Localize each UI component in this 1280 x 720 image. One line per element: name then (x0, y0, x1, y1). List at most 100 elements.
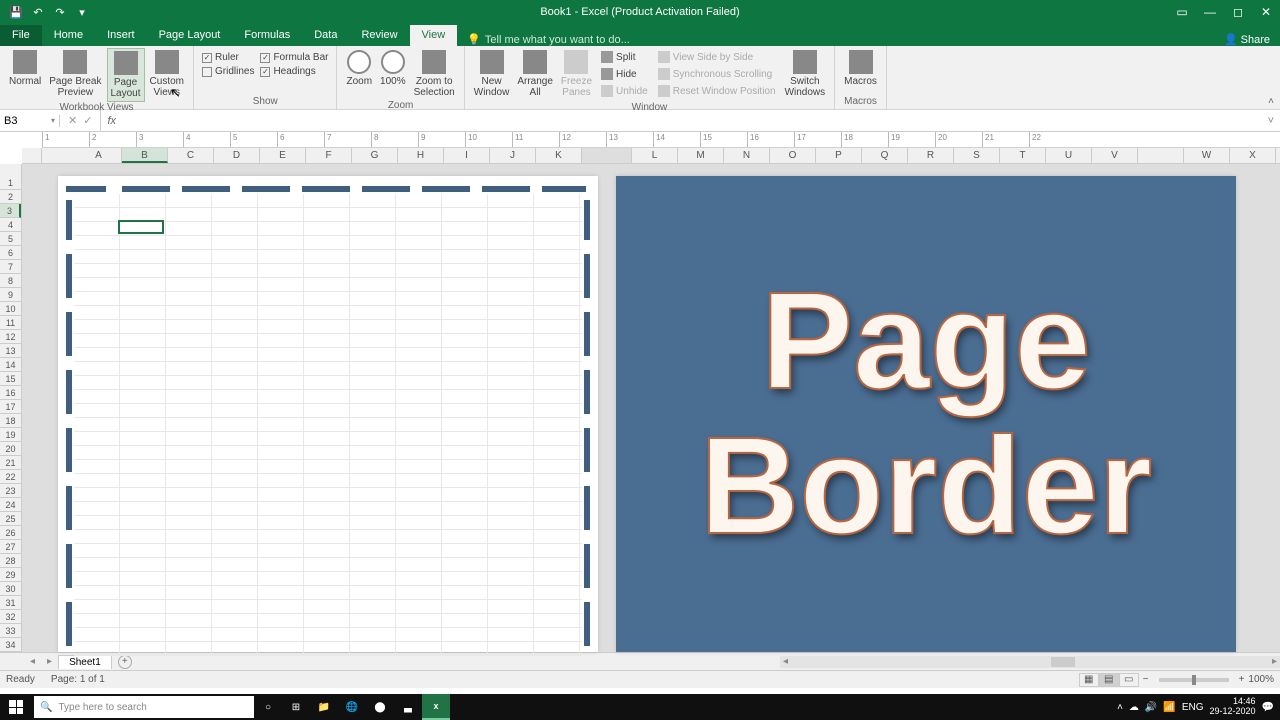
redo-icon[interactable]: ↷ (52, 4, 68, 20)
tray-chevron-icon[interactable]: ˄ (1117, 702, 1123, 713)
freeze-panes-button[interactable]: Freeze Panes (558, 48, 595, 100)
tab-page-layout[interactable]: Page Layout (147, 25, 233, 46)
network-icon[interactable]: 🔊 (1145, 702, 1157, 713)
share-button[interactable]: 👤 Share (1214, 33, 1280, 46)
wifi-icon[interactable]: 📶 (1163, 702, 1175, 713)
page-border-shape[interactable] (66, 186, 590, 652)
tab-file[interactable]: File (0, 25, 42, 46)
switch-windows-button[interactable]: Switch Windows (782, 48, 829, 100)
ribbon-display-icon[interactable]: ▭ (1168, 0, 1196, 24)
row-header[interactable]: 23 (0, 484, 21, 498)
tab-review[interactable]: Review (349, 25, 409, 46)
row-header[interactable]: 13 (0, 344, 21, 358)
expand-formula-bar-icon[interactable]: ˅ (1262, 115, 1280, 127)
row-header[interactable]: 8 (0, 274, 21, 288)
headings-checkbox[interactable]: ✓Headings (260, 66, 328, 77)
app-icon[interactable]: ▃ (394, 694, 422, 720)
row-header[interactable]: 18 (0, 414, 21, 428)
tab-home[interactable]: Home (42, 25, 95, 46)
tell-me-search[interactable]: 💡 Tell me what you want to do... (457, 33, 630, 46)
gridlines-checkbox[interactable]: Gridlines (202, 66, 254, 77)
column-header[interactable]: R (908, 148, 954, 163)
row-header[interactable]: 10 (0, 302, 21, 316)
tab-data[interactable]: Data (302, 25, 349, 46)
column-header[interactable]: B (122, 148, 168, 163)
row-header[interactable]: 26 (0, 526, 21, 540)
column-header[interactable]: I (444, 148, 490, 163)
row-header[interactable]: 14 (0, 358, 21, 372)
excel-taskbar-icon[interactable]: x (422, 694, 450, 720)
column-header[interactable]: X (1230, 148, 1276, 163)
zoom-level[interactable]: 100% (1248, 674, 1274, 685)
column-header[interactable]: L (632, 148, 678, 163)
row-header[interactable]: 30 (0, 582, 21, 596)
qat-customize-icon[interactable]: ▾ (74, 4, 90, 20)
column-header[interactable]: J (490, 148, 536, 163)
zoom-slider[interactable] (1159, 678, 1229, 682)
cancel-formula-icon[interactable]: ✕ (68, 114, 77, 127)
task-view-icon[interactable]: ⊞ (282, 694, 310, 720)
row-header[interactable]: 16 (0, 386, 21, 400)
row-header[interactable]: 9 (0, 288, 21, 302)
column-header[interactable]: O (770, 148, 816, 163)
column-header[interactable]: N (724, 148, 770, 163)
page-break-shortcut-icon[interactable]: ▭ (1119, 673, 1139, 687)
zoom-in-button[interactable]: + (1239, 674, 1245, 685)
column-header[interactable]: V (1092, 148, 1138, 163)
row-header[interactable]: 32 (0, 610, 21, 624)
new-window-button[interactable]: New Window (471, 48, 513, 100)
row-header[interactable]: 11 (0, 316, 21, 330)
column-header[interactable]: U (1046, 148, 1092, 163)
horizontal-scrollbar[interactable]: ◂▸ (780, 656, 1280, 668)
row-header[interactable]: 19 (0, 428, 21, 442)
row-header[interactable]: 4 (0, 218, 21, 232)
page-layout-shortcut-icon[interactable]: ▤ (1099, 673, 1119, 687)
page-1[interactable] (58, 176, 598, 652)
row-header[interactable]: 3 (0, 204, 21, 218)
column-header[interactable]: G (352, 148, 398, 163)
row-header[interactable]: 34 (0, 638, 21, 652)
row-header[interactable]: 1 (0, 176, 21, 190)
cortana-icon[interactable]: ○ (254, 694, 282, 720)
chrome-icon[interactable]: 🌐 (338, 694, 366, 720)
column-header[interactable]: W (1184, 148, 1230, 163)
row-header[interactable]: 27 (0, 540, 21, 554)
tab-formulas[interactable]: Formulas (232, 25, 302, 46)
start-button[interactable] (0, 694, 32, 720)
row-header[interactable]: 25 (0, 512, 21, 526)
obs-icon[interactable]: ⬤ (366, 694, 394, 720)
ruler-checkbox[interactable]: ✓Ruler (202, 52, 254, 63)
row-header[interactable]: 21 (0, 456, 21, 470)
column-header[interactable]: E (260, 148, 306, 163)
close-button[interactable]: ✕ (1252, 0, 1280, 24)
row-header[interactable]: 2 (0, 190, 21, 204)
maximize-button[interactable]: ◻ (1224, 0, 1252, 24)
page-layout-view-button[interactable]: Page Layout (107, 48, 145, 102)
column-header[interactable]: C (168, 148, 214, 163)
macros-button[interactable]: Macros (841, 48, 880, 89)
zoom-out-button[interactable]: − (1143, 674, 1149, 685)
row-header[interactable]: 6 (0, 246, 21, 260)
row-header[interactable]: 24 (0, 498, 21, 512)
tab-view[interactable]: View (410, 25, 458, 46)
sheet-tab[interactable]: Sheet1 (58, 655, 112, 669)
zoom-button[interactable]: Zoom (343, 48, 375, 89)
sheet-nav-next-icon[interactable]: ▸ (41, 656, 58, 667)
taskbar-search[interactable]: 🔍 Type here to search (34, 696, 254, 718)
save-icon[interactable]: 💾 (8, 4, 24, 20)
row-header[interactable]: 5 (0, 232, 21, 246)
undo-icon[interactable]: ↶ (30, 4, 46, 20)
minimize-button[interactable]: — (1196, 0, 1224, 24)
hide-button[interactable]: Hide (599, 67, 650, 81)
column-header[interactable]: M (678, 148, 724, 163)
clock[interactable]: 14:46 29-12-2020 (1210, 697, 1256, 717)
file-explorer-icon[interactable]: 📁 (310, 694, 338, 720)
column-header[interactable]: S (954, 148, 1000, 163)
row-header[interactable]: 15 (0, 372, 21, 386)
enter-formula-icon[interactable]: ✓ (83, 114, 92, 127)
row-header[interactable]: 7 (0, 260, 21, 274)
column-header[interactable]: Q (862, 148, 908, 163)
onedrive-icon[interactable]: ☁ (1129, 702, 1139, 713)
row-header[interactable]: 29 (0, 568, 21, 582)
zoom-to-selection-button[interactable]: Zoom to Selection (411, 48, 458, 100)
